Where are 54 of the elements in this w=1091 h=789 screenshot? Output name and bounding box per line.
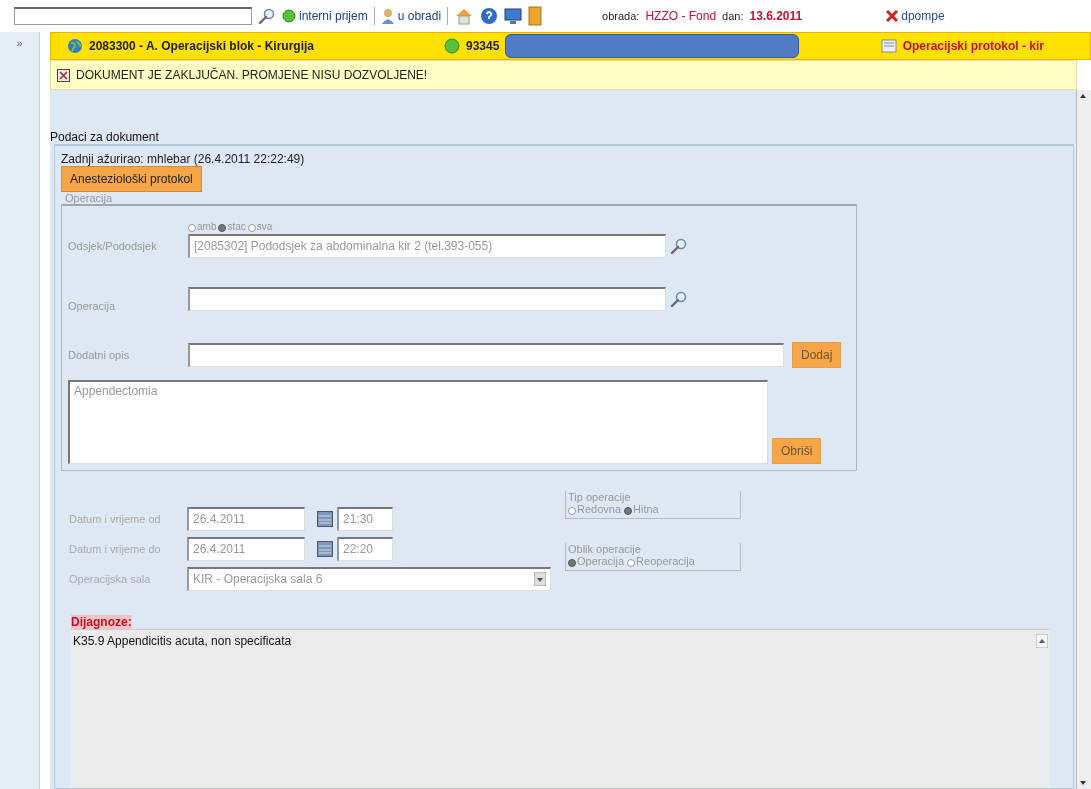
field-label: Dodatni opis <box>68 349 131 361</box>
obrada-label: obrada: <box>602 10 640 22</box>
radio-button[interactable] <box>627 559 636 567</box>
obrada-value: HZZO - Fond <box>645 9 717 23</box>
document-title: Operacijski protokol - kir <box>902 39 1044 53</box>
scrollbar[interactable] <box>1076 90 1091 789</box>
anesthesia-button[interactable]: Anesteziološki protokol <box>61 166 202 192</box>
radio-label: Redovna <box>577 503 622 515</box>
monitor-icon[interactable] <box>504 7 523 25</box>
scroll-up-icon[interactable] <box>1036 634 1048 648</box>
close-icon <box>886 10 899 22</box>
field-label: Odsjek/Pododsjek <box>68 240 158 252</box>
search-icon[interactable] <box>258 7 276 25</box>
patient-id: 93345 <box>466 39 500 53</box>
radio-button[interactable] <box>568 559 576 567</box>
field-label: Operacijska sala <box>69 573 152 585</box>
date-value: 13.6.2011 <box>749 9 803 23</box>
group-legend: Tip operacije <box>568 491 738 503</box>
radio-label: Reoperacija <box>636 555 695 567</box>
radio-button[interactable] <box>568 507 576 515</box>
person-icon <box>380 8 395 24</box>
globe-icon <box>67 38 83 54</box>
expand-toggle[interactable]: » <box>16 36 23 50</box>
section-legend: Podaci za dokument <box>50 130 1074 144</box>
status-dot-icon <box>444 38 460 54</box>
field-label: Operacija <box>68 299 117 312</box>
locked-x-icon <box>57 68 70 82</box>
section-legend: Operacija <box>65 192 1061 204</box>
radio-label: Operacija <box>577 555 625 567</box>
radio-label: Hitna <box>633 503 659 515</box>
diagnoses-label: Dijagnoze: <box>71 615 132 629</box>
field-label: Datum i vrijeme do <box>69 543 162 555</box>
department-title: 2083300 - A. Operacijski blok - Kirurgija <box>89 39 314 53</box>
date-label: dan: <box>722 10 744 22</box>
document-icon <box>880 39 897 53</box>
book-icon[interactable] <box>528 6 543 26</box>
help-icon[interactable] <box>480 7 499 25</box>
field-label: Datum i vrijeme od <box>69 513 162 525</box>
last-updated: Zadnji ažurirao: mhlebar (26.4.2011 22:22:49) <box>61 152 306 166</box>
toolbar-link[interactable]: u obradi <box>380 8 442 24</box>
group-legend: Oblik operacije <box>568 543 738 555</box>
radio-label: stac <box>227 221 246 232</box>
radio-button[interactable] <box>624 507 633 515</box>
locked-notice: DOKUMENT JE ZAKLJUČAN. PROMJENE NISU DOZVOLJENE! <box>76 68 428 82</box>
toolbar-link[interactable]: interni prijem <box>282 9 368 23</box>
dropdown-arrow-icon <box>534 572 546 586</box>
logout-link[interactable]: dpompe <box>886 9 945 23</box>
calendar-icon[interactable] <box>317 511 333 527</box>
status-dot-icon <box>282 9 296 23</box>
calendar-icon[interactable] <box>317 541 333 557</box>
search-field[interactable] <box>14 7 252 25</box>
radio-label: sva <box>256 221 273 232</box>
diagnosis-item: K35.9 Appendicitis acuta, non specificata <box>73 634 293 648</box>
radio-label: amb <box>197 221 217 232</box>
